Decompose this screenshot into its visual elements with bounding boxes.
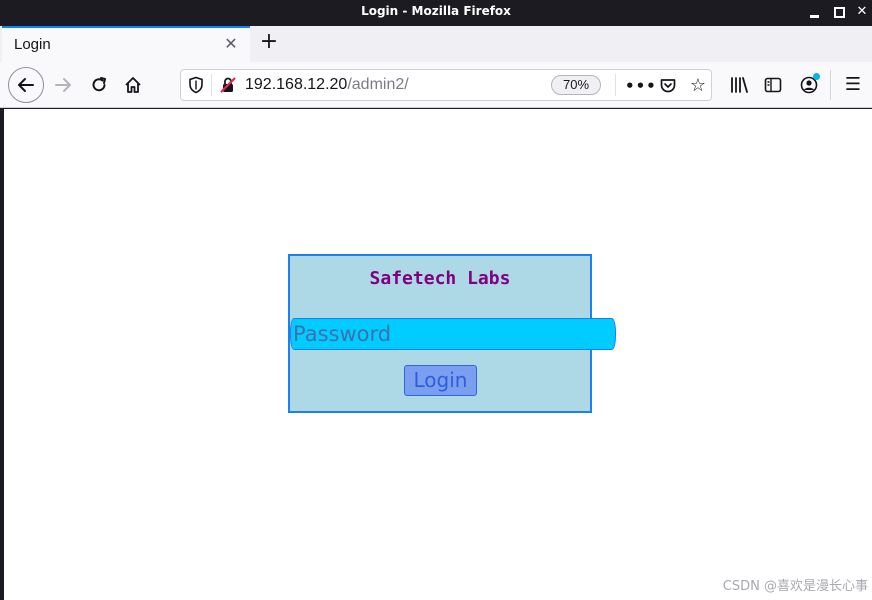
new-tab-icon[interactable]: + [256, 30, 282, 56]
star-icon[interactable]: ☆ [687, 75, 709, 97]
toolbar-separator [830, 70, 831, 100]
tab-title: Login [14, 36, 51, 53]
url-separator [211, 74, 212, 96]
pocket-icon [660, 79, 676, 93]
library-icon [731, 77, 748, 93]
url-bar[interactable]: 192.168.12.20/admin2/ 70% ••• ☆ [180, 69, 712, 101]
login-button[interactable]: Login [404, 365, 477, 396]
account-button[interactable] [796, 72, 822, 98]
url-text[interactable]: 192.168.12.20/admin2/ [245, 76, 409, 94]
arrow-right-icon [55, 78, 71, 92]
sidebar-icon [764, 77, 782, 93]
forward-button[interactable] [48, 70, 78, 100]
watermark: CSDN @喜欢是漫长心事 [722, 579, 868, 594]
home-icon [125, 77, 141, 93]
notification-dot [813, 73, 820, 80]
tab-login[interactable]: Login ✕ [2, 26, 250, 62]
window-titlebar: Login - Mozilla Firefox ✕ [0, 0, 872, 26]
navigation-toolbar: 192.168.12.20/admin2/ 70% ••• ☆ ☰ [0, 62, 872, 108]
tab-strip: Login ✕ + [0, 26, 872, 62]
login-box: Safetech Labs Login [288, 254, 616, 413]
window-title: Login - Mozilla Firefox [361, 4, 511, 18]
url-separator-2 [615, 74, 616, 96]
url-host: 192.168.12.20 [245, 76, 348, 93]
library-button[interactable] [726, 72, 752, 98]
page-content: Safetech Labs Login CSDN @喜欢是漫长心事 [4, 109, 872, 600]
tab-close-icon[interactable]: ✕ [222, 35, 240, 53]
brand-heading: Safetech Labs [369, 268, 511, 289]
maximize-icon[interactable] [830, 3, 848, 21]
back-button[interactable] [8, 67, 44, 103]
reload-button[interactable] [84, 70, 114, 100]
home-button[interactable] [118, 70, 148, 100]
password-input[interactable] [290, 318, 616, 350]
close-window-icon[interactable]: ✕ [853, 3, 871, 21]
reload-icon [92, 77, 106, 92]
insecure-lock-icon[interactable] [219, 76, 237, 94]
minimize-icon[interactable] [806, 3, 824, 21]
shield-icon[interactable] [187, 76, 205, 94]
arrow-left-icon [18, 78, 34, 92]
pocket-button[interactable] [657, 75, 679, 97]
hamburger-menu-icon[interactable]: ☰ [840, 72, 866, 98]
url-path: /admin2/ [347, 76, 409, 93]
more-actions-icon[interactable]: ••• [625, 75, 656, 97]
sidebar-button[interactable] [760, 72, 786, 98]
zoom-indicator[interactable]: 70% [551, 75, 601, 95]
